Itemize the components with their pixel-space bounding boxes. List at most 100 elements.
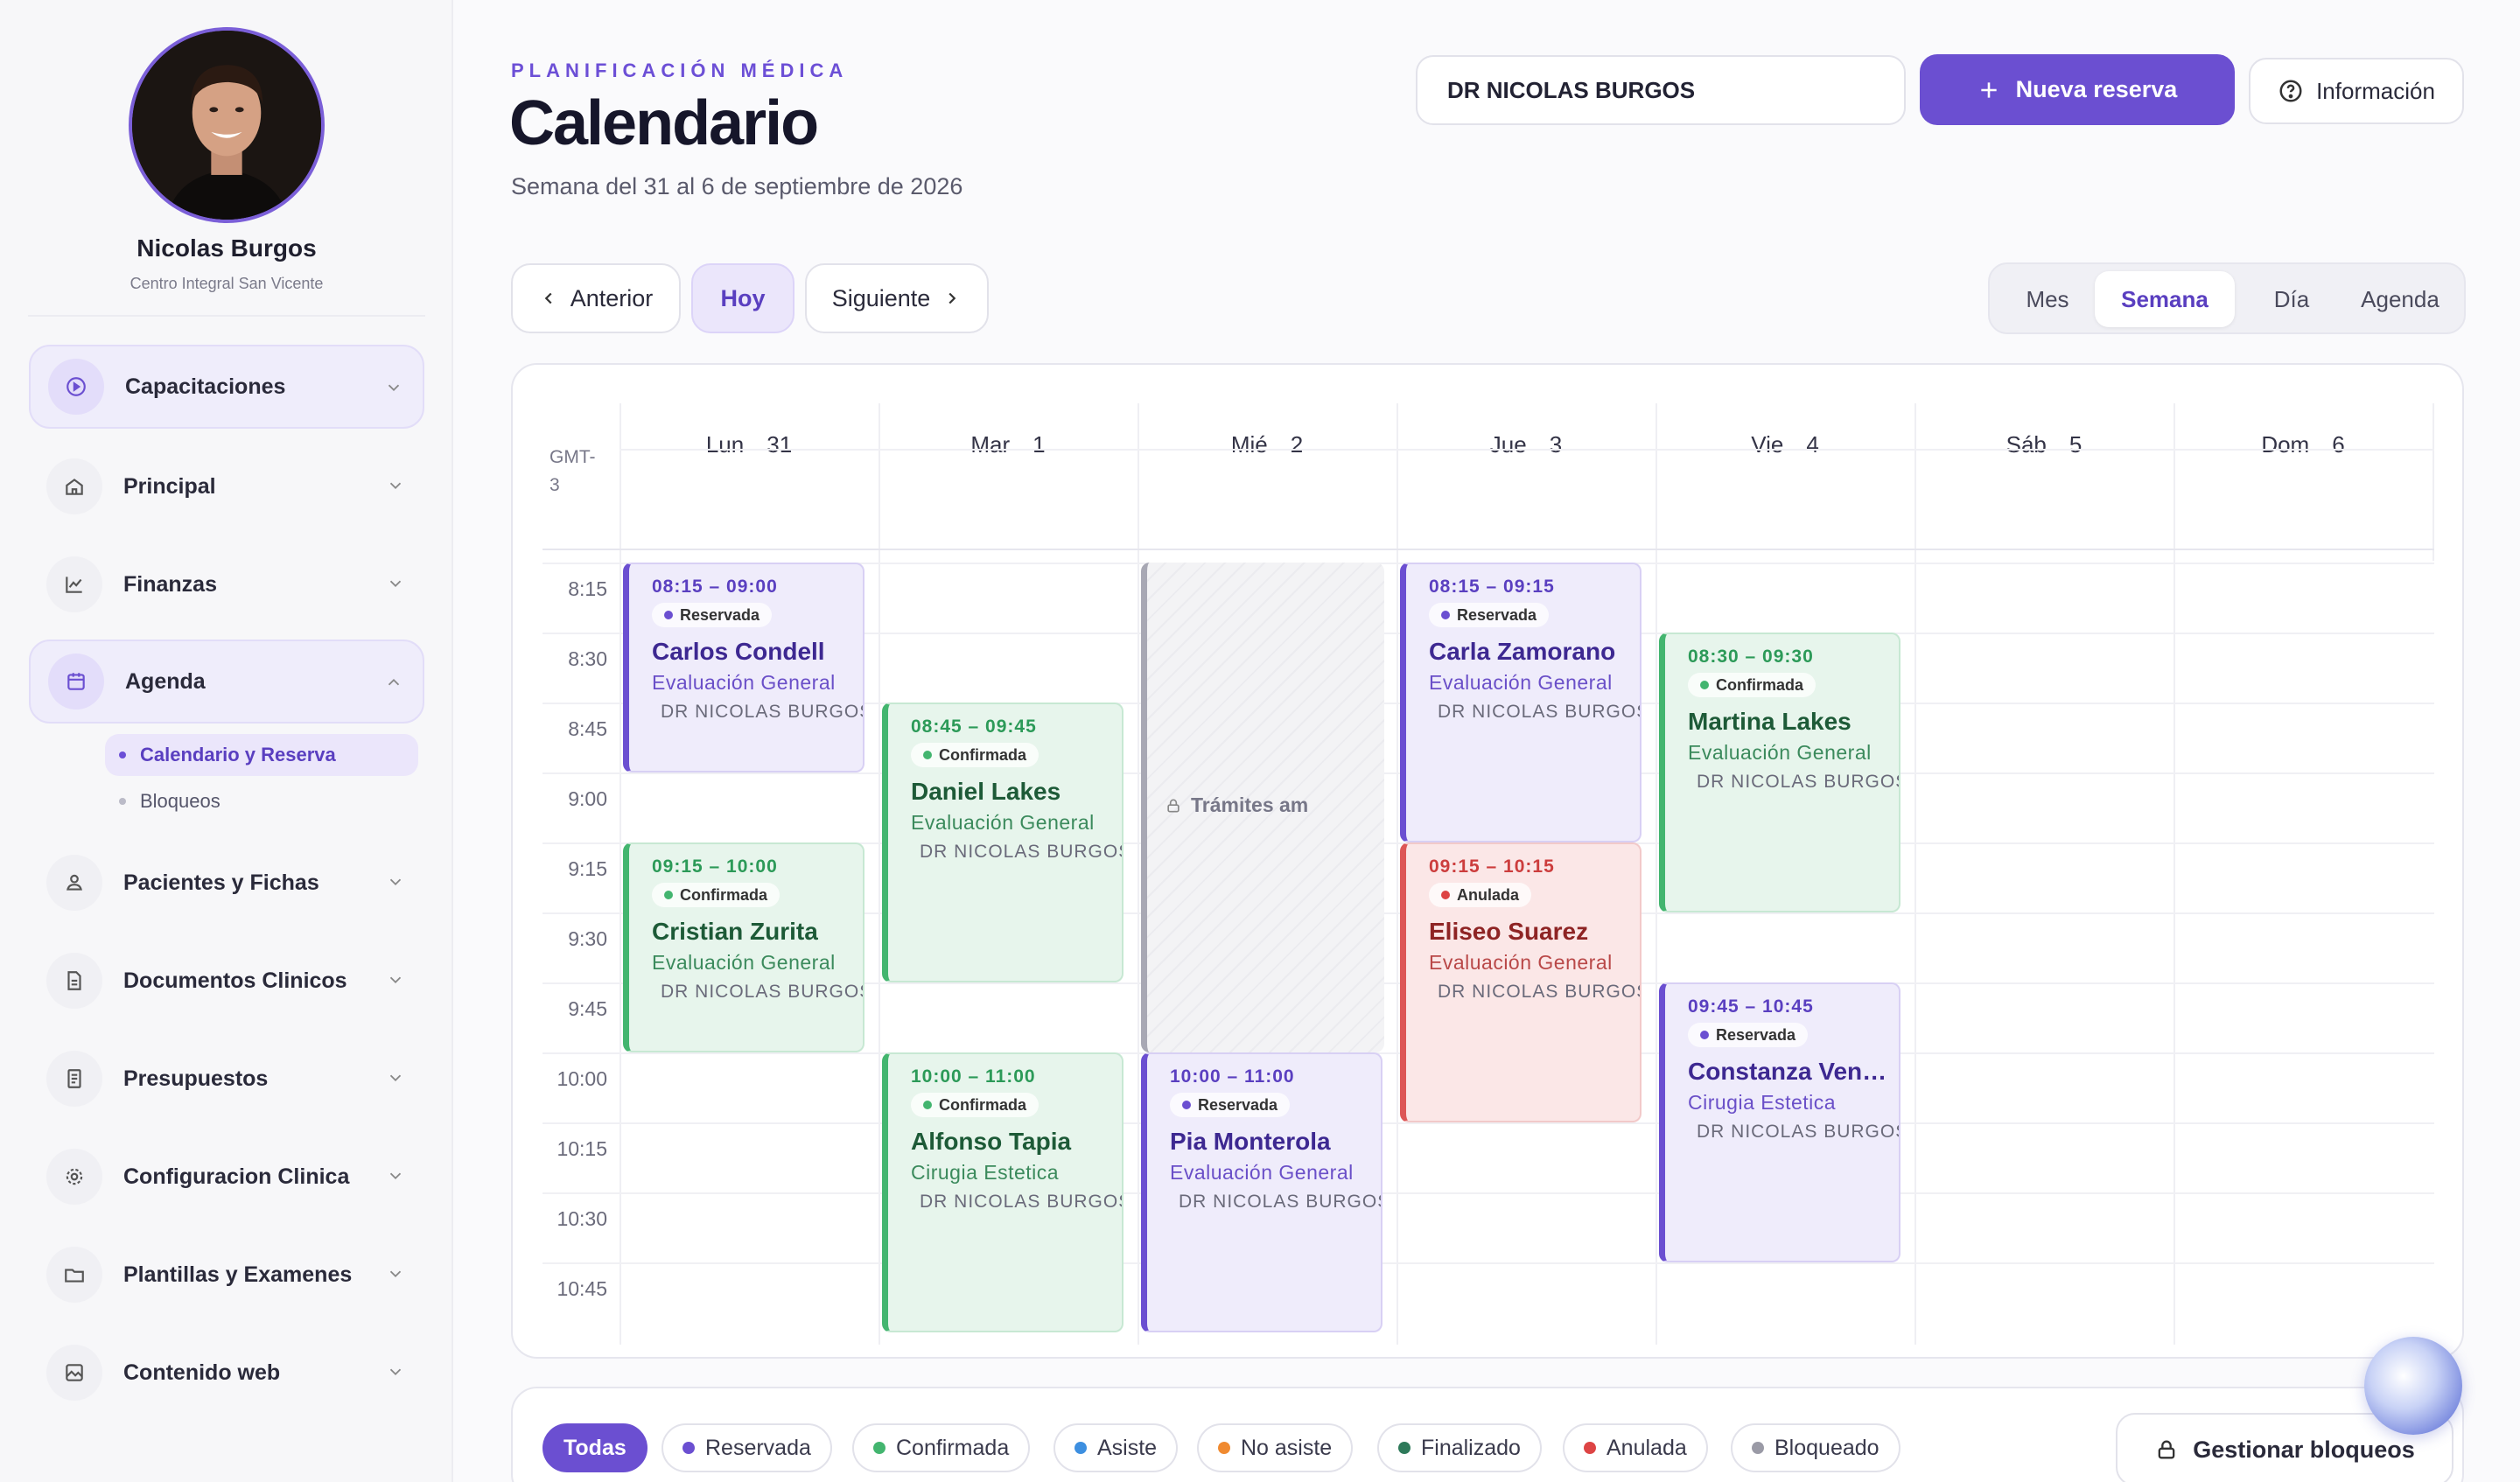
patient-name: Alfonso Tapia [911,1128,1072,1155]
doctor-selector[interactable]: DR NICOLAS BURGOS [1416,55,1906,125]
blocked-slot[interactable]: Trámites am [1141,563,1384,1052]
sidebar-subitem-calendario[interactable]: Calendario y Reserva [105,734,418,776]
grid-line [542,1262,2434,1264]
info-button[interactable]: Información [2249,58,2464,124]
day-header[interactable]: Dom 6 [2174,431,2432,458]
appointment-card[interactable]: 08:15 – 09:15 Reservada Carla Zamorano E… [1400,563,1642,842]
calendar-card: GMT-3 Lun 31 Mar 1 Mié 2 Jue 3 Vie 4 Sáb 5 Dom… [511,363,2464,1359]
next-week-button[interactable]: Siguiente [805,263,989,333]
day-header[interactable]: Vie 4 [1656,431,1914,458]
patient-name: Pia Monterola [1170,1128,1331,1155]
filter-chip-confirmada[interactable]: Confirmada [852,1423,1031,1472]
chevron-right-icon [948,292,956,304]
doctor-line: DR NICOLAS BURGOS [1170,1192,1381,1213]
time-label: 10:45 [556,1277,607,1300]
today-button[interactable]: Hoy [691,263,794,333]
appointment-card[interactable]: 08:45 – 09:45 Confirmada Daniel Lakes Ev… [882,703,1124,982]
doctor-line: DR NICOLAS BURGOS [1688,1122,1899,1143]
sidebar-item-capacitaciones[interactable]: Capacitaciones [29,345,424,429]
sidebar-item-principal[interactable]: Principal [29,444,424,528]
day-header[interactable]: Sáb 5 [1914,431,2174,458]
doctor-name: DR NICOLAS BURGOS [1438,982,1640,1002]
chevron-down-icon [389,1172,402,1180]
sidebar-item-label: Capacitaciones [125,374,286,399]
view-tab-semana[interactable]: Semana [2095,271,2235,327]
doctor-name: DR NICOLAS BURGOS [1179,1192,1381,1212]
chevron-down-icon [389,1270,402,1278]
sidebar-item-agenda[interactable]: Agenda [29,640,424,724]
sidebar-item-contenido-web[interactable]: Contenido web [29,1331,424,1415]
appointment-card[interactable]: 08:30 – 09:30 Confirmada Martina Lakes E… [1659,633,1900,912]
day-header[interactable]: Jue 3 [1396,431,1656,458]
chevron-down-icon [389,580,402,588]
patient-name: Daniel Lakes [911,778,1061,805]
day-name: Mar [970,431,1011,458]
time-label: 10:00 [556,1067,607,1090]
appointment-time: 10:00 – 11:00 [911,1066,1036,1087]
avatar[interactable] [129,27,325,223]
filter-chip-bloqueado[interactable]: Bloqueado [1731,1423,1900,1472]
filter-chip-finalizado[interactable]: Finalizado [1377,1423,1542,1472]
doctor-line: DR NICOLAS BURGOS [1429,982,1640,1003]
new-booking-button[interactable]: Nueva reserva [1920,54,2235,125]
sidebar-divider [28,315,425,317]
chevron-down-icon [389,1074,402,1082]
sidebar-item-label: Pacientes y Fichas [123,870,319,895]
sidebar-item-pacientes[interactable]: Pacientes y Fichas [29,841,424,925]
time-label: 8:45 [568,717,607,740]
appointment-time: 08:30 – 09:30 [1688,647,1814,667]
grid-line [878,403,880,1345]
filter-chip-no-asiste[interactable]: No asiste [1197,1423,1354,1472]
view-tab-agenda[interactable]: Agenda [2343,271,2457,327]
chevron-down-icon [389,1368,402,1376]
sidebar-item-plantillas[interactable]: Plantillas y Examenes [29,1233,424,1317]
sidebar-item-finanzas[interactable]: Finanzas [29,542,424,626]
patient-name: Carlos Condell [652,638,825,665]
sidebar-subitem-bloqueos[interactable]: Bloqueos [105,780,220,822]
doctor-name: DR NICOLAS BURGOS [1438,702,1640,722]
sidebar-item-label: Finanzas [123,571,217,597]
lock-icon [1167,799,1180,812]
filter-chip-asiste[interactable]: Asiste [1054,1423,1179,1472]
chevron-left-icon [544,292,552,304]
filter-chip-reservada[interactable]: Reservada [662,1423,832,1472]
status-label: Reservada [1198,1095,1278,1114]
day-header[interactable]: Lun 31 [620,431,878,458]
view-tab-mes[interactable]: Mes [1998,271,2096,327]
appointment-card[interactable]: 09:15 – 10:15 Anulada Eliseo Suarez Eval… [1400,842,1642,1122]
appointment-card[interactable]: 09:45 – 10:45 Reservada Constanza Venega… [1659,982,1900,1262]
sidebar-item-documentos[interactable]: Documentos Clinicos [29,939,424,1023]
doctor-name: DR NICOLAS BURGOS [1697,772,1899,792]
view-tab-dia[interactable]: Día [2244,271,2340,327]
assistant-orb[interactable] [2364,1337,2462,1435]
filter-chip-anulada[interactable]: Anulada [1563,1423,1708,1472]
day-number: 1 [1032,431,1046,458]
prev-week-button[interactable]: Anterior [511,263,681,333]
appointment-card[interactable]: 08:15 – 09:00 Reservada Carlos Condell E… [623,563,864,772]
manage-blocks-label: Gestionar bloqueos [2193,1436,2415,1463]
sidebar-item-configuracion[interactable]: Configuracion Clinica [29,1135,424,1219]
doctor-line: DR NICOLAS BURGOS [1688,772,1899,793]
day-name: Mié [1230,431,1268,458]
home-icon [46,458,102,514]
patient-name: Carla Zamorano [1429,638,1616,665]
appointment-card[interactable]: 10:00 – 11:00 Confirmada Alfonso Tapia C… [882,1052,1124,1332]
sidebar-item-label: Contenido web [123,1360,281,1385]
appointment-time: 08:45 – 09:45 [911,717,1037,737]
appointment-card[interactable]: 10:00 – 11:00 Reservada Pia Monterola Ev… [1141,1052,1382,1332]
filter-chip-todas[interactable]: Todas [542,1423,648,1472]
doctor-name: DR NICOLAS BURGOS [1697,1122,1899,1142]
patient-name: Eliseo Suarez [1429,918,1589,945]
status-dot-icon [1218,1442,1230,1454]
day-header[interactable]: Mar 1 [878,431,1138,458]
doctor-name: DR NICOLAS BURGOS [920,1192,1122,1212]
week-grid: GMT-3 Lun 31 Mar 1 Mié 2 Jue 3 Vie 4 Sáb 5 Dom… [542,391,2436,1345]
bullet-icon [119,798,126,805]
day-header[interactable]: Mié 2 [1138,431,1396,458]
time-label: 9:00 [568,787,607,810]
help-circle-icon [2279,80,2302,102]
appointment-card[interactable]: 09:15 – 10:00 Confirmada Cristian Zurita… [623,842,864,1052]
status-badge: Anulada [1429,883,1532,907]
sidebar-item-presupuestos[interactable]: Presupuestos [29,1037,424,1121]
patient-name: Cristian Zurita [652,918,818,945]
